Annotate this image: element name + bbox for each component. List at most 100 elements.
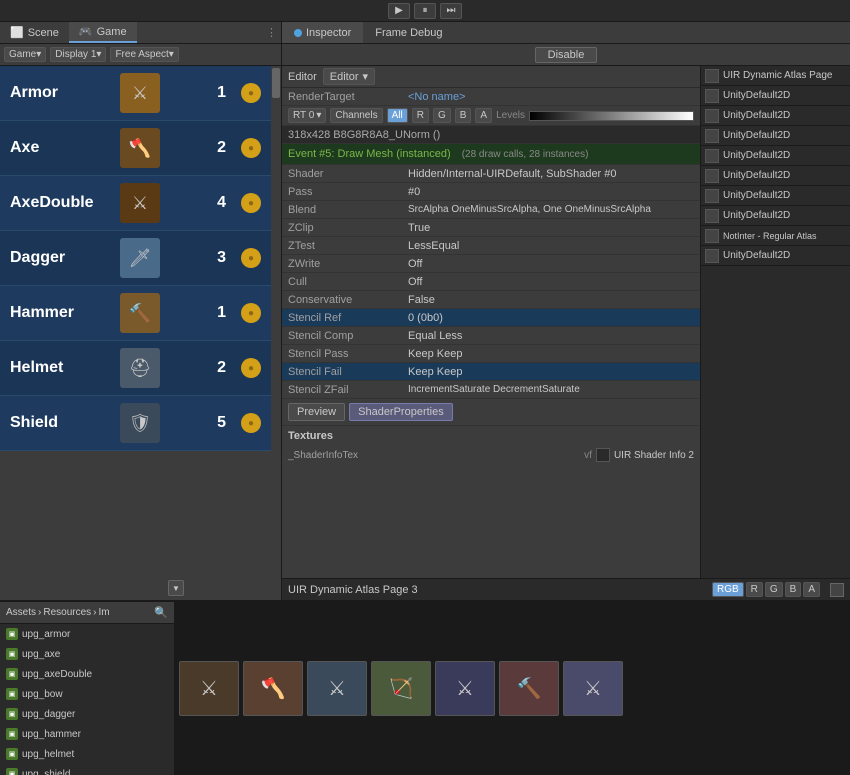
file-item-hammer[interactable]: ▣ upg_hammer bbox=[0, 724, 174, 744]
list-item[interactable]: Armor ⚔ 1 ● bbox=[0, 66, 271, 121]
texture-list-item[interactable]: UnityDefault2D bbox=[701, 126, 850, 146]
file-item-helmet[interactable]: ▣ upg_helmet bbox=[0, 744, 174, 764]
item-icon-dagger: 🗡 bbox=[120, 238, 160, 278]
texture-row: _ShaderInfoTex vf UIR Shader Info 2 bbox=[288, 446, 694, 464]
prop-conservative: Conservative False bbox=[282, 291, 700, 309]
step-button[interactable]: ⏭ bbox=[440, 3, 462, 19]
file-item-axe[interactable]: ▣ upg_axe bbox=[0, 644, 174, 664]
disable-button[interactable]: Disable bbox=[535, 47, 598, 63]
channels-dropdown[interactable]: Channels bbox=[330, 108, 382, 123]
search-icon[interactable]: 🔍 bbox=[154, 606, 168, 619]
shader-properties-button[interactable]: ShaderProperties bbox=[349, 403, 453, 421]
texture-list-item[interactable]: UnityDefault2D bbox=[701, 146, 850, 166]
vertical-scrollbar[interactable] bbox=[271, 66, 281, 600]
tab-game[interactable]: 🎮 Game bbox=[69, 22, 137, 43]
texture-id-row: 318x428 B8G8R8A8_UNorm () bbox=[282, 126, 700, 144]
texture-list-item[interactable]: UnityDefault2D bbox=[701, 206, 850, 226]
prop-pass: Pass #0 bbox=[282, 183, 700, 201]
channel-r[interactable]: R bbox=[412, 108, 429, 123]
texture-list-item[interactable]: UnityDefault2D bbox=[701, 186, 850, 206]
file-item-shield[interactable]: ▣ upg_shield bbox=[0, 764, 174, 775]
channel-b[interactable]: B bbox=[455, 108, 472, 123]
tex-swatch-10 bbox=[705, 249, 719, 263]
stencil-comp-value: Equal Less bbox=[408, 330, 694, 342]
cull-label: Cull bbox=[288, 276, 408, 288]
file-icon-dagger: ▣ bbox=[6, 708, 18, 720]
game-view-container: Armor ⚔ 1 ● Axe 🪓 2 ● AxeDouble ⚔ 4 ● bbox=[0, 66, 281, 600]
atlas-channel-r[interactable]: R bbox=[746, 582, 763, 597]
item-icon-helmet: ⛑ bbox=[120, 348, 160, 388]
texture-list-item[interactable]: NotInter - Regular Atlas bbox=[701, 226, 850, 246]
tab-frame-debug[interactable]: Frame Debug bbox=[363, 22, 454, 43]
tex-swatch-6 bbox=[705, 169, 719, 183]
channel-a[interactable]: A bbox=[475, 108, 492, 123]
tex-swatch-2 bbox=[705, 89, 719, 103]
zclip-label: ZClip bbox=[288, 222, 408, 234]
atlas-channel-b[interactable]: B bbox=[785, 582, 802, 597]
thumb-1[interactable]: ⚔ bbox=[179, 661, 239, 716]
item-icon-axe: 🪓 bbox=[120, 128, 160, 168]
editor-dropdown[interactable]: Editor ▾ bbox=[323, 68, 375, 85]
prop-stencil-ref: Stencil Ref 0 (0b0) bbox=[282, 309, 700, 327]
pause-button[interactable]: ⏸ bbox=[414, 3, 436, 19]
texture-list-item[interactable]: UIR Dynamic Atlas Page bbox=[701, 66, 850, 86]
coin-helmet: ● bbox=[241, 358, 261, 378]
texture-list-item[interactable]: UnityDefault2D bbox=[701, 86, 850, 106]
thumb-4[interactable]: 🏹 bbox=[371, 661, 431, 716]
thumb-2[interactable]: 🪓 bbox=[243, 661, 303, 716]
tex-swatch bbox=[596, 448, 610, 462]
inspector-panel: Inspector Frame Debug Disable Editor Edi… bbox=[282, 22, 850, 600]
channel-all[interactable]: All bbox=[387, 108, 408, 123]
breadcrumb-resources: Resources bbox=[43, 607, 91, 618]
channel-g[interactable]: G bbox=[433, 108, 451, 123]
display-arrow: ▾ bbox=[96, 49, 101, 60]
file-item-axedouble[interactable]: ▣ upg_axeDouble bbox=[0, 664, 174, 684]
play-button[interactable]: ▶ bbox=[388, 3, 410, 19]
game-dropdown-label: Game bbox=[9, 49, 36, 60]
list-item[interactable]: Hammer 🔨 1 ● bbox=[0, 286, 271, 341]
tab-scene[interactable]: ⬜ Scene bbox=[0, 22, 69, 43]
top-toolbar: ▶ ⏸ ⏭ bbox=[0, 0, 850, 22]
thumb-6[interactable]: 🔨 bbox=[499, 661, 559, 716]
stencil-zfail-value: IncrementSaturate DecrementSaturate bbox=[408, 384, 694, 395]
atlas-channel-btns: RGB R G B A bbox=[712, 582, 820, 597]
coin-dagger: ● bbox=[241, 248, 261, 268]
breadcrumb-sep: › bbox=[38, 607, 41, 618]
list-item[interactable]: Shield 🛡 5 ● bbox=[0, 396, 271, 451]
inspector-main: Editor Editor ▾ RenderTarget <No name> R… bbox=[282, 66, 700, 578]
zwrite-label: ZWrite bbox=[288, 258, 408, 270]
file-icon-axedouble: ▣ bbox=[6, 668, 18, 680]
game-dropdown[interactable]: Game ▾ bbox=[4, 47, 46, 62]
preview-button[interactable]: Preview bbox=[288, 403, 345, 421]
texture-list-item[interactable]: UnityDefault2D bbox=[701, 106, 850, 126]
coin-axedouble: ● bbox=[241, 193, 261, 213]
atlas-channel-rgb[interactable]: RGB bbox=[712, 582, 744, 597]
prop-shader: Shader Hidden/Internal-UIRDefault, SubSh… bbox=[282, 165, 700, 183]
texture-list-item[interactable]: UnityDefault2D bbox=[701, 166, 850, 186]
texture-list-item[interactable]: UnityDefault2D bbox=[701, 246, 850, 266]
file-item-dagger[interactable]: ▣ upg_dagger bbox=[0, 704, 174, 724]
list-item[interactable]: Helmet ⛑ 2 ● bbox=[0, 341, 271, 396]
blend-label: Blend bbox=[288, 204, 408, 216]
aspect-dropdown[interactable]: Free Aspect ▾ bbox=[110, 47, 178, 62]
atlas-channel-a[interactable]: A bbox=[803, 582, 820, 597]
atlas-bar: UIR Dynamic Atlas Page 3 RGB R G B A bbox=[282, 578, 850, 600]
zwrite-value: Off bbox=[408, 258, 694, 270]
display-dropdown[interactable]: Display 1 ▾ bbox=[50, 47, 106, 62]
file-item-bow[interactable]: ▣ upg_bow bbox=[0, 684, 174, 704]
list-item[interactable]: AxeDouble ⚔ 4 ● bbox=[0, 176, 271, 231]
rt-dropdown[interactable]: RT 0 ▾ bbox=[288, 108, 326, 123]
thumbnail-strip: ⚔ 🪓 ⚔ 🏹 ⚔ 🔨 ⚔ ▼ bbox=[175, 602, 850, 775]
prop-cull: Cull Off bbox=[282, 273, 700, 291]
file-item-armor[interactable]: ▣ upg_armor bbox=[0, 624, 174, 644]
list-item[interactable]: Axe 🪓 2 ● bbox=[0, 121, 271, 176]
atlas-channel-g[interactable]: G bbox=[765, 582, 783, 597]
thumb-3[interactable]: ⚔ bbox=[307, 661, 367, 716]
scroll-thumb[interactable] bbox=[272, 68, 280, 98]
list-item[interactable]: Dagger 🗡 3 ● bbox=[0, 231, 271, 286]
left-panel-menu[interactable]: ⋮ bbox=[266, 26, 281, 39]
thumb-7[interactable]: ⚔ bbox=[563, 661, 623, 716]
stencil-pass-value: Keep Keep bbox=[408, 348, 694, 360]
tab-inspector[interactable]: Inspector bbox=[282, 22, 363, 43]
thumb-5[interactable]: ⚔ bbox=[435, 661, 495, 716]
